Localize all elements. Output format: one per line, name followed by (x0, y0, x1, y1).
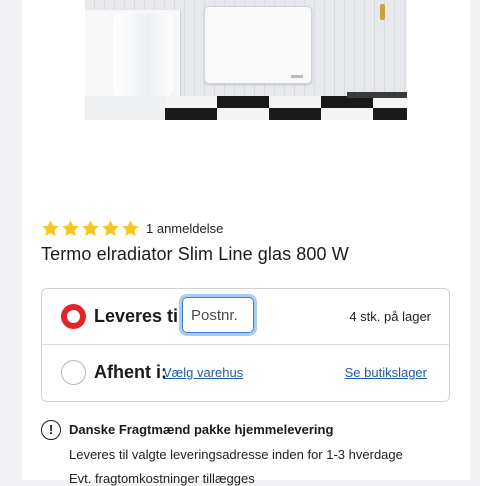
image-checkered-floor (165, 96, 407, 120)
shipping-method-title: Danske Fragtmænd pakke hjemmelevering (69, 422, 334, 437)
review-count: 1 anmeldelse (146, 220, 224, 236)
ship-radio-button[interactable] (61, 304, 86, 329)
image-radiator-panel (204, 6, 312, 84)
product-title: Termo elradiator Slim Line glas 800 W (41, 244, 349, 264)
star-icon (101, 219, 120, 238)
see-store-stock-link[interactable]: Se butikslager (345, 365, 427, 380)
pickup-label: Afhent i: (94, 362, 167, 382)
shipping-info-line: Evt. fragtomkostninger tillægges (69, 471, 255, 486)
info-icon: ! (41, 420, 61, 440)
image-floor-left (85, 96, 165, 120)
pickup-radio-button[interactable] (61, 360, 86, 385)
delivery-option-pickup[interactable]: Afhent i: Vælg varehus Se butikslager (42, 345, 449, 400)
image-towel (113, 14, 173, 100)
star-icon (61, 219, 80, 238)
postal-code-input[interactable] (179, 294, 257, 336)
choose-warehouse-link[interactable]: Vælg varehus (163, 365, 243, 380)
star-icon (81, 219, 100, 238)
star-icon (41, 219, 60, 238)
stock-status: 4 stk. på lager (349, 309, 431, 324)
delivery-options-box: Leveres til: 4 stk. på lager Afhent i: V… (41, 288, 450, 402)
image-towel-hook (380, 4, 385, 20)
image-pipe (347, 92, 407, 98)
shipping-info-line: Leveres til valgte leveringsadresse inde… (69, 447, 403, 462)
delivery-option-ship[interactable]: Leveres til: 4 stk. på lager (42, 289, 449, 345)
image-radiator-logo (291, 75, 303, 78)
star-icon (121, 219, 140, 238)
ship-label: Leveres til: (94, 306, 190, 326)
rating-row[interactable]: 1 anmeldelse (41, 216, 223, 240)
product-card: 1 anmeldelse Termo elradiator Slim Line … (22, 0, 470, 486)
product-image[interactable] (85, 0, 407, 120)
